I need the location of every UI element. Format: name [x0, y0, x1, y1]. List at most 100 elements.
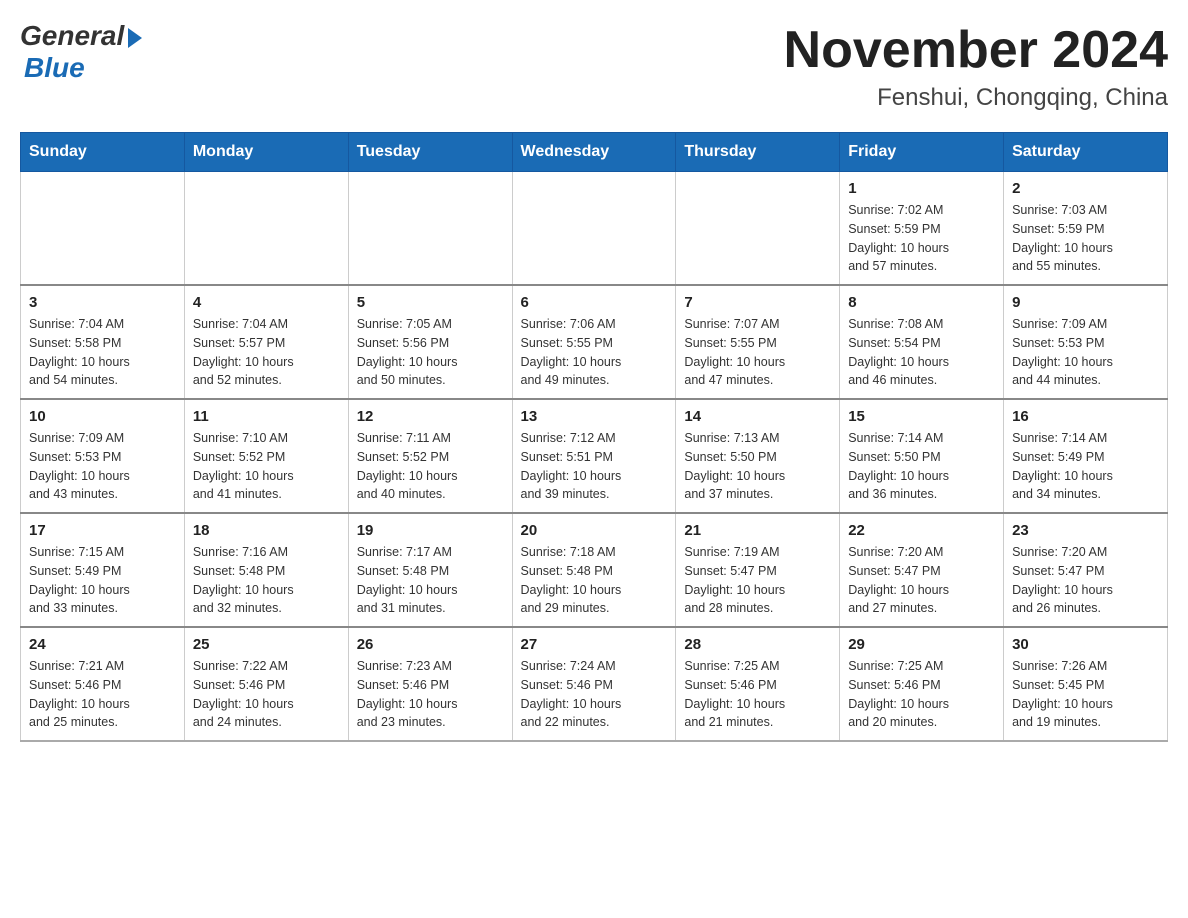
location-title: Fenshui, Chongqing, China: [784, 84, 1168, 112]
day-number: 25: [193, 636, 340, 653]
day-info: Sunrise: 7:15 AM Sunset: 5:49 PM Dayligh…: [29, 543, 176, 618]
day-number: 15: [848, 408, 995, 425]
day-number: 22: [848, 522, 995, 539]
calendar-cell: 9 Sunrise: 7:09 AM Sunset: 5:53 PM Daylig…: [1004, 285, 1168, 399]
calendar-cell: 18 Sunrise: 7:16 AM Sunset: 5:48 PM Dayli…: [184, 513, 348, 627]
day-info: Sunrise: 7:07 AM Sunset: 5:55 PM Dayligh…: [684, 315, 831, 390]
day-info: Sunrise: 7:02 AM Sunset: 5:59 PM Dayligh…: [848, 201, 995, 276]
calendar-cell: 23 Sunrise: 7:20 AM Sunset: 5:47 PM Dayli…: [1004, 513, 1168, 627]
calendar-week-row: 3 Sunrise: 7:04 AM Sunset: 5:58 PM Daylig…: [21, 285, 1168, 399]
day-info: Sunrise: 7:09 AM Sunset: 5:53 PM Dayligh…: [1012, 315, 1159, 390]
day-info: Sunrise: 7:04 AM Sunset: 5:57 PM Dayligh…: [193, 315, 340, 390]
calendar-cell: [184, 172, 348, 286]
calendar-cell: 16 Sunrise: 7:14 AM Sunset: 5:49 PM Dayli…: [1004, 399, 1168, 513]
day-number: 16: [1012, 408, 1159, 425]
calendar-week-row: 17Sunrise: 7:15 AM Sunset: 5:49 PM Dayli…: [21, 513, 1168, 627]
day-number: 23: [1012, 522, 1159, 539]
day-info: Sunrise: 7:17 AM Sunset: 5:48 PM Dayligh…: [357, 543, 504, 618]
day-info: Sunrise: 7:05 AM Sunset: 5:56 PM Dayligh…: [357, 315, 504, 390]
day-info: Sunrise: 7:06 AM Sunset: 5:55 PM Dayligh…: [521, 315, 668, 390]
calendar-cell: 29 Sunrise: 7:25 AM Sunset: 5:46 PM Dayli…: [840, 627, 1004, 741]
day-info: Sunrise: 7:04 AM Sunset: 5:58 PM Dayligh…: [29, 315, 176, 390]
calendar-cell: 7 Sunrise: 7:07 AM Sunset: 5:55 PM Daylig…: [676, 285, 840, 399]
day-info: Sunrise: 7:21 AM Sunset: 5:46 PM Dayligh…: [29, 657, 176, 732]
calendar-cell: 25 Sunrise: 7:22 AM Sunset: 5:46 PM Dayli…: [184, 627, 348, 741]
day-info: Sunrise: 7:24 AM Sunset: 5:46 PM Dayligh…: [521, 657, 668, 732]
day-number: 30: [1012, 636, 1159, 653]
calendar-cell: 20 Sunrise: 7:18 AM Sunset: 5:48 PM Dayli…: [512, 513, 676, 627]
day-number: 7: [684, 294, 831, 311]
weekday-header-monday: Monday: [184, 133, 348, 172]
calendar-table: SundayMondayTuesdayWednesdayThursdayFrid…: [20, 132, 1168, 742]
calendar-cell: 30 Sunrise: 7:26 AM Sunset: 5:45 PM Dayli…: [1004, 627, 1168, 741]
calendar-cell: 1 Sunrise: 7:02 AM Sunset: 5:59 PM Daylig…: [840, 172, 1004, 286]
calendar-cell: 13Sunrise: 7:12 AM Sunset: 5:51 PM Dayli…: [512, 399, 676, 513]
day-info: Sunrise: 7:25 AM Sunset: 5:46 PM Dayligh…: [848, 657, 995, 732]
calendar-header-row: SundayMondayTuesdayWednesdayThursdayFrid…: [21, 133, 1168, 172]
day-info: Sunrise: 7:13 AM Sunset: 5:50 PM Dayligh…: [684, 429, 831, 504]
day-info: Sunrise: 7:26 AM Sunset: 5:45 PM Dayligh…: [1012, 657, 1159, 732]
calendar-cell: 28 Sunrise: 7:25 AM Sunset: 5:46 PM Dayli…: [676, 627, 840, 741]
day-number: 2: [1012, 180, 1159, 197]
logo-general-text: General: [20, 20, 124, 52]
day-number: 26: [357, 636, 504, 653]
calendar-cell: 11Sunrise: 7:10 AM Sunset: 5:52 PM Dayli…: [184, 399, 348, 513]
calendar-cell: 10 Sunrise: 7:09 AM Sunset: 5:53 PM Dayli…: [21, 399, 185, 513]
day-info: Sunrise: 7:19 AM Sunset: 5:47 PM Dayligh…: [684, 543, 831, 618]
calendar-cell: 8 Sunrise: 7:08 AM Sunset: 5:54 PM Daylig…: [840, 285, 1004, 399]
day-number: 24: [29, 636, 176, 653]
calendar-cell: 27 Sunrise: 7:24 AM Sunset: 5:46 PM Dayli…: [512, 627, 676, 741]
calendar-cell: 3 Sunrise: 7:04 AM Sunset: 5:58 PM Daylig…: [21, 285, 185, 399]
day-number: 18: [193, 522, 340, 539]
day-number: 8: [848, 294, 995, 311]
day-info: Sunrise: 7:18 AM Sunset: 5:48 PM Dayligh…: [521, 543, 668, 618]
day-info: Sunrise: 7:10 AM Sunset: 5:52 PM Dayligh…: [193, 429, 340, 504]
calendar-cell: 22Sunrise: 7:20 AM Sunset: 5:47 PM Dayli…: [840, 513, 1004, 627]
day-number: 21: [684, 522, 831, 539]
day-info: Sunrise: 7:14 AM Sunset: 5:50 PM Dayligh…: [848, 429, 995, 504]
day-info: Sunrise: 7:23 AM Sunset: 5:46 PM Dayligh…: [357, 657, 504, 732]
day-number: 14: [684, 408, 831, 425]
weekday-header-tuesday: Tuesday: [348, 133, 512, 172]
weekday-header-thursday: Thursday: [676, 133, 840, 172]
day-info: Sunrise: 7:03 AM Sunset: 5:59 PM Dayligh…: [1012, 201, 1159, 276]
day-number: 10: [29, 408, 176, 425]
calendar-cell: 26 Sunrise: 7:23 AM Sunset: 5:46 PM Dayli…: [348, 627, 512, 741]
day-info: Sunrise: 7:09 AM Sunset: 5:53 PM Dayligh…: [29, 429, 176, 504]
calendar-cell: 21 Sunrise: 7:19 AM Sunset: 5:47 PM Dayli…: [676, 513, 840, 627]
day-info: Sunrise: 7:16 AM Sunset: 5:48 PM Dayligh…: [193, 543, 340, 618]
day-info: Sunrise: 7:08 AM Sunset: 5:54 PM Dayligh…: [848, 315, 995, 390]
calendar-cell: [348, 172, 512, 286]
day-number: 19: [357, 522, 504, 539]
day-number: 6: [521, 294, 668, 311]
logo-blue-text: Blue: [24, 52, 85, 84]
calendar-cell: 17Sunrise: 7:15 AM Sunset: 5:49 PM Dayli…: [21, 513, 185, 627]
day-info: Sunrise: 7:14 AM Sunset: 5:49 PM Dayligh…: [1012, 429, 1159, 504]
day-number: 1: [848, 180, 995, 197]
calendar-cell: 24 Sunrise: 7:21 AM Sunset: 5:46 PM Dayli…: [21, 627, 185, 741]
day-info: Sunrise: 7:20 AM Sunset: 5:47 PM Dayligh…: [1012, 543, 1159, 618]
logo: General Blue: [20, 20, 142, 84]
calendar-week-row: 1 Sunrise: 7:02 AM Sunset: 5:59 PM Daylig…: [21, 172, 1168, 286]
day-number: 9: [1012, 294, 1159, 311]
month-title: November 2024: [784, 20, 1168, 80]
day-number: 3: [29, 294, 176, 311]
day-number: 27: [521, 636, 668, 653]
logo-arrow-icon: [128, 28, 142, 48]
day-info: Sunrise: 7:25 AM Sunset: 5:46 PM Dayligh…: [684, 657, 831, 732]
day-number: 28: [684, 636, 831, 653]
day-info: Sunrise: 7:22 AM Sunset: 5:46 PM Dayligh…: [193, 657, 340, 732]
weekday-header-wednesday: Wednesday: [512, 133, 676, 172]
calendar-cell: [512, 172, 676, 286]
day-info: Sunrise: 7:11 AM Sunset: 5:52 PM Dayligh…: [357, 429, 504, 504]
title-block: November 2024 Fenshui, Chongqing, China: [784, 20, 1168, 112]
day-number: 20: [521, 522, 668, 539]
day-info: Sunrise: 7:12 AM Sunset: 5:51 PM Dayligh…: [521, 429, 668, 504]
page-header: General Blue November 2024 Fenshui, Chon…: [20, 20, 1168, 112]
weekday-header-friday: Friday: [840, 133, 1004, 172]
calendar-week-row: 24 Sunrise: 7:21 AM Sunset: 5:46 PM Dayli…: [21, 627, 1168, 741]
day-number: 29: [848, 636, 995, 653]
calendar-cell: 12Sunrise: 7:11 AM Sunset: 5:52 PM Dayli…: [348, 399, 512, 513]
calendar-week-row: 10 Sunrise: 7:09 AM Sunset: 5:53 PM Dayli…: [21, 399, 1168, 513]
calendar-cell: 5Sunrise: 7:05 AM Sunset: 5:56 PM Daylig…: [348, 285, 512, 399]
